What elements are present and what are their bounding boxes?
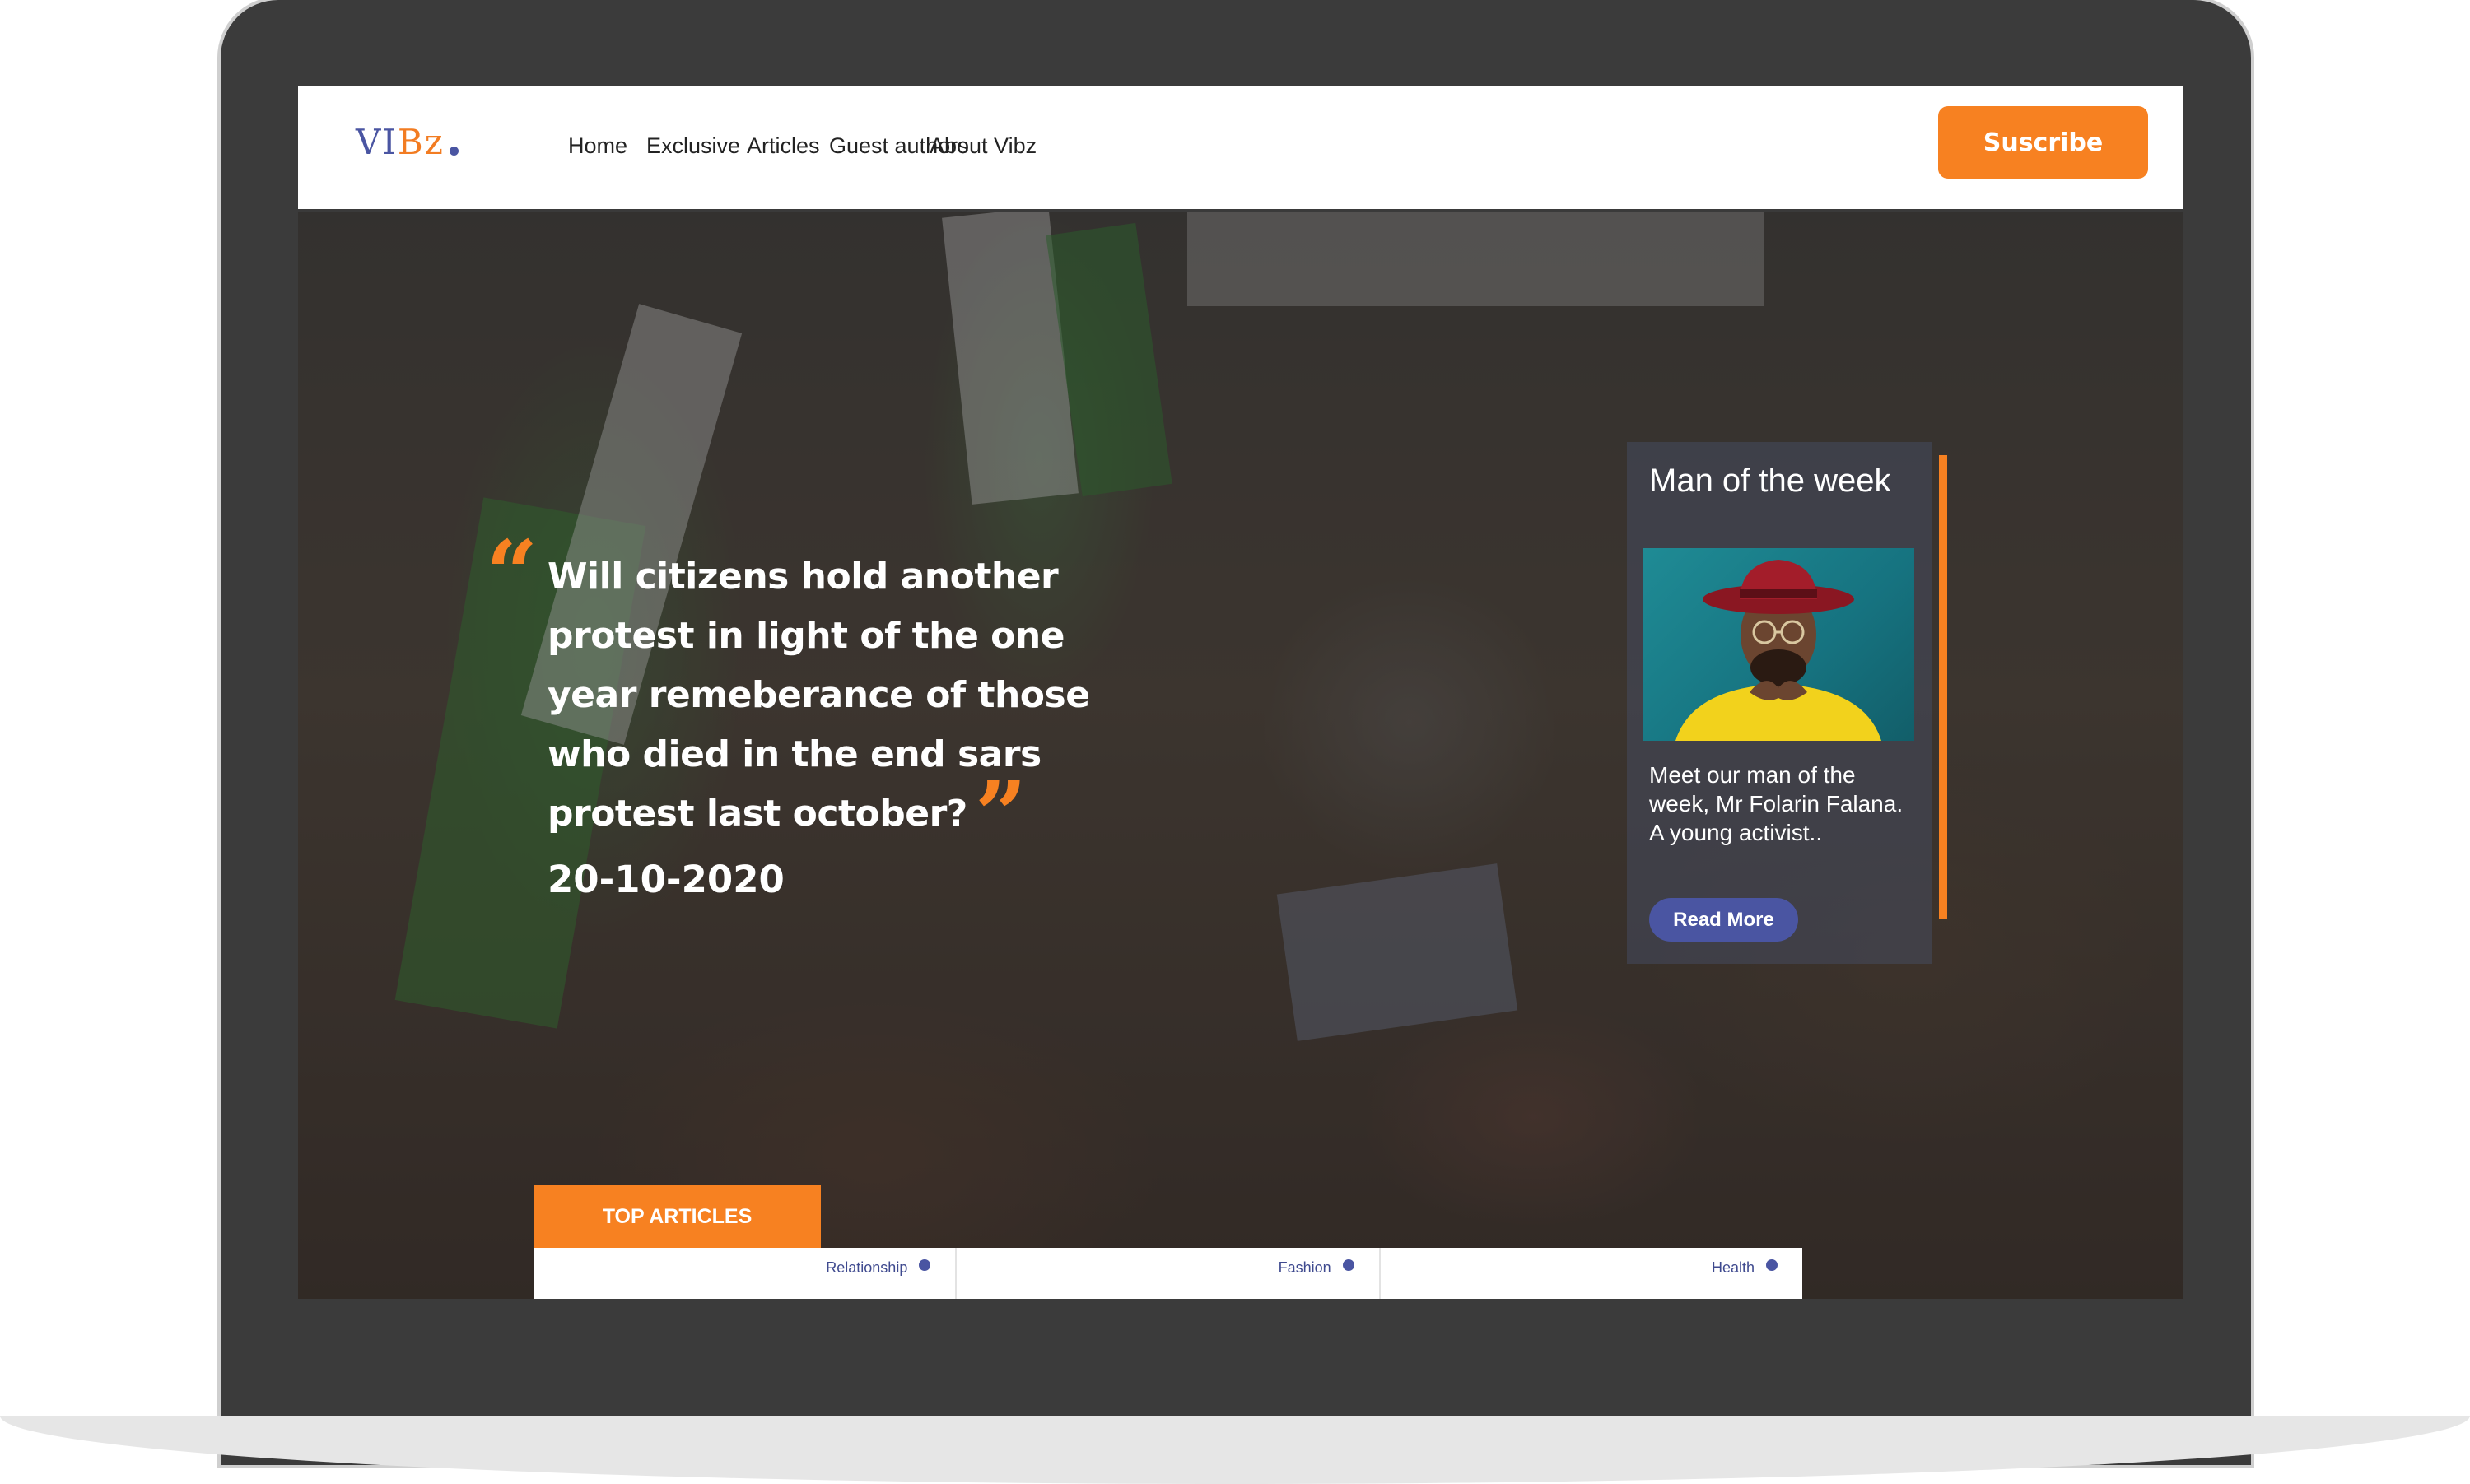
category-dot-icon [1765, 1259, 1778, 1271]
article-category-label: Health [1711, 1259, 1755, 1276]
website-screen: VIBz Home Exclusive Articles Guest autho… [298, 86, 2183, 1299]
open-quote-icon: “ [486, 520, 538, 626]
top-navbar: VIBz Home Exclusive Articles Guest autho… [298, 86, 2183, 212]
close-quote-icon: ” [975, 761, 1028, 868]
nav-home[interactable]: Home [568, 133, 627, 159]
read-more-button[interactable]: Read More [1649, 898, 1798, 942]
article-category-label: Fashion [1278, 1259, 1331, 1276]
man-of-week-description: Meet our man of the week, Mr Folarin Fal… [1649, 762, 1904, 845]
category-dot-icon [919, 1259, 931, 1271]
laptop-base [0, 1416, 2470, 1484]
top-articles-list: Relationship Fashion Health [534, 1248, 1802, 1299]
article-card-relationship[interactable]: Relationship [534, 1248, 958, 1299]
man-of-week-title: Man of the week [1649, 463, 1891, 499]
man-of-week-accent-bar [1939, 455, 1947, 919]
logo-text-part2: Bz [397, 122, 445, 162]
article-card-health[interactable]: Health [1381, 1248, 1802, 1299]
nav-exclusive[interactable]: Exclusive [646, 133, 740, 159]
article-card-fashion[interactable]: Fashion [957, 1248, 1381, 1299]
subscribe-button[interactable]: Suscribe [1938, 106, 2148, 179]
logo-dot-icon [449, 147, 459, 156]
hero-headline: Will citizens hold another protest in li… [548, 556, 1090, 835]
logo-text-part1: VI [356, 122, 398, 162]
article-category-label: Relationship [826, 1259, 908, 1276]
top-articles-tab[interactable]: TOP ARTICLES [534, 1185, 821, 1248]
category-dot-icon [1342, 1259, 1354, 1271]
hero-date: 20-10-2020 [548, 858, 785, 901]
nav-articles[interactable]: Articles [747, 133, 820, 159]
nav-about-vibz[interactable]: About Vibz [930, 133, 1037, 159]
hero-section: “ Will citizens hold another protest in … [298, 212, 2183, 1299]
vibz-logo[interactable]: VIBz [356, 122, 459, 162]
man-of-week-photo[interactable] [1643, 548, 1914, 741]
